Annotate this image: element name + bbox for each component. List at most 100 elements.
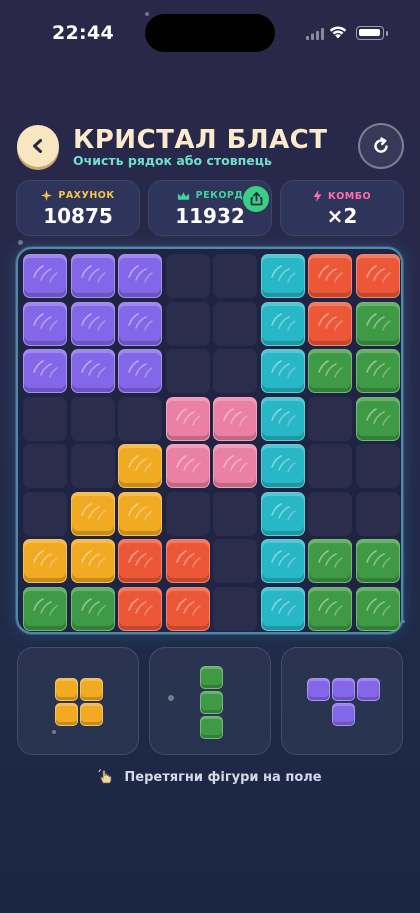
star-decoration	[18, 240, 23, 245]
board-tile-red[interactable]	[355, 254, 400, 298]
board-tile-purple[interactable]	[118, 301, 162, 346]
board-cell-empty[interactable]	[165, 301, 210, 346]
board-tile-teal[interactable]	[260, 349, 305, 393]
share-record-button[interactable]	[243, 186, 269, 212]
board-cell-empty[interactable]	[308, 396, 352, 441]
lightning-icon	[313, 190, 322, 202]
piece-block-purple[interactable]	[331, 703, 355, 726]
board-cell-empty[interactable]	[308, 444, 352, 488]
piece-block-green[interactable]	[199, 665, 223, 689]
board-tile-yellow[interactable]	[118, 491, 162, 536]
board-tile-green[interactable]	[355, 349, 400, 393]
piece-slot-3[interactable]	[281, 647, 403, 755]
board-cell-empty[interactable]	[165, 349, 210, 393]
board-tile-green[interactable]	[23, 586, 67, 631]
board-tile-yellow[interactable]	[23, 539, 67, 583]
board-cell-empty[interactable]	[213, 349, 257, 393]
board-tile-teal[interactable]	[260, 254, 305, 298]
board-tile-purple[interactable]	[118, 254, 162, 298]
piece-slot-2[interactable]	[149, 647, 271, 755]
board-tile-yellow[interactable]	[118, 444, 162, 488]
board-tile-red[interactable]	[118, 586, 162, 631]
chevron-left-icon	[33, 139, 42, 153]
restart-icon	[374, 137, 388, 153]
piece-block-purple[interactable]	[306, 678, 330, 701]
combo-panel: КОМБО ×2	[280, 180, 404, 236]
board-cell-empty[interactable]	[355, 491, 400, 536]
status-bar: 22:44	[0, 0, 420, 62]
board-tile-pink[interactable]	[165, 444, 210, 488]
status-time: 22:44	[52, 22, 114, 44]
board-tile-red[interactable]	[165, 539, 210, 583]
board-tile-teal[interactable]	[260, 491, 305, 536]
board-cell-empty[interactable]	[213, 491, 257, 536]
piece-block-yellow[interactable]	[55, 703, 78, 726]
board-tile-teal[interactable]	[260, 586, 305, 631]
back-button[interactable]	[17, 125, 59, 167]
board-cell-empty[interactable]	[213, 586, 257, 631]
combo-value: ×2	[326, 204, 358, 228]
board-cell-empty[interactable]	[70, 396, 115, 441]
score-label: РАХУНОК	[58, 190, 115, 201]
board-tile-green[interactable]	[355, 586, 400, 631]
battery-tip	[386, 31, 388, 36]
board-tile-pink[interactable]	[165, 396, 210, 441]
piece-block-yellow[interactable]	[55, 678, 78, 701]
game-title: КРИСТАЛ БЛАСТ	[73, 125, 328, 155]
board-tile-green[interactable]	[355, 539, 400, 583]
combo-label: КОМБО	[327, 190, 372, 202]
board-tile-green[interactable]	[308, 539, 352, 583]
board-tile-pink[interactable]	[213, 396, 257, 441]
board-cell-empty[interactable]	[165, 254, 210, 298]
board-tile-green[interactable]	[355, 396, 400, 441]
board-tile-purple[interactable]	[70, 349, 115, 393]
board-tile-purple[interactable]	[23, 301, 67, 346]
share-icon	[250, 192, 262, 206]
board-cell-empty[interactable]	[70, 444, 115, 488]
board-tile-purple[interactable]	[23, 349, 67, 393]
board-tile-green[interactable]	[355, 301, 400, 346]
board-tile-green[interactable]	[70, 586, 115, 631]
piece-block-purple[interactable]	[356, 678, 380, 701]
board-cell-empty[interactable]	[213, 539, 257, 583]
board-tile-purple[interactable]	[23, 254, 67, 298]
game-board[interactable]	[16, 247, 403, 634]
board-tile-green[interactable]	[308, 586, 352, 631]
board-tile-red[interactable]	[308, 254, 352, 298]
board-cell-empty[interactable]	[23, 444, 67, 488]
drag-hint-text: Перетягни фігури на поле	[124, 769, 322, 785]
piece-slot-1[interactable]	[17, 647, 139, 755]
score-panel: РАХУНОК 10875	[16, 180, 140, 236]
board-tile-purple[interactable]	[70, 301, 115, 346]
piece-block-yellow[interactable]	[80, 678, 103, 701]
board-tile-red[interactable]	[165, 586, 210, 631]
piece-block-green[interactable]	[199, 715, 223, 739]
board-tile-yellow[interactable]	[70, 491, 115, 536]
board-cell-empty[interactable]	[118, 396, 162, 441]
board-cell-empty[interactable]	[213, 254, 257, 298]
board-tile-teal[interactable]	[260, 301, 305, 346]
piece-block-purple[interactable]	[331, 678, 355, 701]
board-cell-empty[interactable]	[23, 396, 67, 441]
board-tile-purple[interactable]	[118, 349, 162, 393]
board-cell-empty[interactable]	[308, 491, 352, 536]
board-tile-pink[interactable]	[213, 444, 257, 488]
board-tile-teal[interactable]	[260, 539, 305, 583]
board-cell-empty[interactable]	[213, 301, 257, 346]
board-tile-red[interactable]	[118, 539, 162, 583]
board-tile-teal[interactable]	[260, 444, 305, 488]
board-cell-empty[interactable]	[165, 491, 210, 536]
board-cell-empty[interactable]	[23, 491, 67, 536]
piece-block-green[interactable]	[199, 690, 223, 714]
piece-block-yellow[interactable]	[80, 703, 103, 726]
restart-button[interactable]	[358, 123, 404, 169]
crown-icon	[177, 191, 189, 200]
dynamic-island	[145, 14, 275, 52]
board-tile-yellow[interactable]	[70, 539, 115, 583]
cellular-signal-icon	[306, 28, 324, 40]
board-tile-teal[interactable]	[260, 396, 305, 441]
board-tile-red[interactable]	[308, 301, 352, 346]
board-tile-green[interactable]	[308, 349, 352, 393]
board-tile-purple[interactable]	[70, 254, 115, 298]
board-cell-empty[interactable]	[355, 444, 400, 488]
